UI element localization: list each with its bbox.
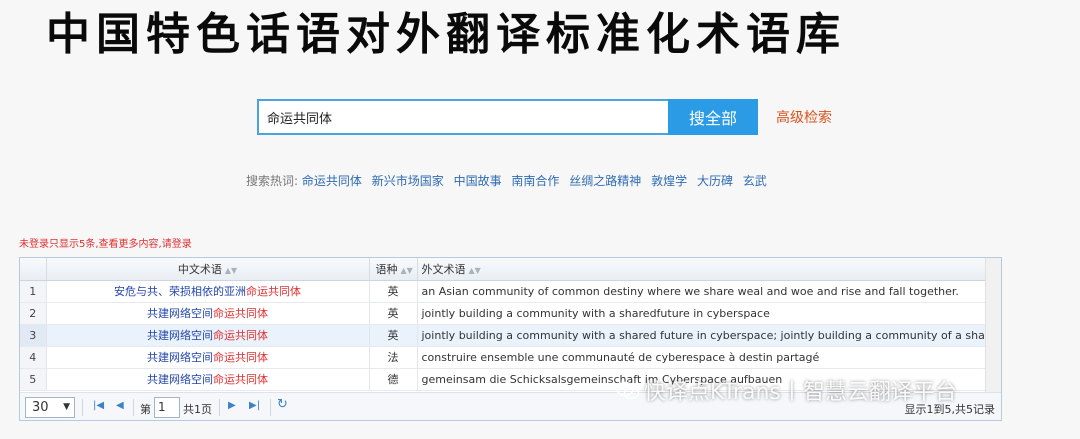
hot-keyword[interactable]: 命运共同体 bbox=[302, 174, 362, 188]
sort-icon: ▲▼ bbox=[400, 265, 413, 275]
hot-keywords-label: 搜索热词: bbox=[246, 174, 299, 188]
page-prefix: 第 bbox=[140, 403, 151, 416]
language-cell: 法 bbox=[369, 346, 418, 369]
chinese-term-cell[interactable]: 共建网络空间命运共同体 bbox=[46, 324, 370, 347]
chinese-term-cell[interactable]: 安危与共、荣损相依的亚洲命运共同体 bbox=[46, 280, 370, 303]
table-row[interactable]: 5 共建网络空间命运共同体 德 gemeinsam die Schicksals… bbox=[20, 368, 988, 391]
table-row[interactable]: 3 共建网络空间命运共同体 英 jointly building a commu… bbox=[20, 324, 988, 347]
hot-keyword[interactable]: 丝绸之路精神 bbox=[569, 174, 641, 188]
sort-icon: ▲▼ bbox=[468, 265, 481, 275]
table-row[interactable]: 4 共建网络空间命运共同体 法 construire ensemble une … bbox=[20, 346, 988, 369]
search-input[interactable] bbox=[257, 99, 668, 135]
pager-divider bbox=[133, 399, 134, 416]
pager-divider bbox=[82, 399, 83, 416]
pager-divider bbox=[270, 399, 271, 416]
language-cell: 英 bbox=[369, 280, 418, 303]
row-number: 1 bbox=[20, 280, 47, 303]
results-grid: 中文术语 ▲▼ 语种 ▲▼ 外文术语 ▲▼ 1 安危与共、荣损相依的亚洲命运共同体 英… bbox=[19, 257, 1002, 421]
login-notice: 未登录只显示5条,查看更多内容,请登录 bbox=[19, 239, 192, 250]
foreign-term-cell: construire ensemble une communauté de cy… bbox=[417, 346, 988, 369]
table-row[interactable]: 2 共建网络空间命运共同体 英 jointly building a commu… bbox=[20, 302, 988, 325]
page-total: 共1页 bbox=[183, 403, 212, 416]
page-number-input[interactable]: 1 bbox=[154, 397, 180, 418]
pagination-bar: 30 ▼ |◀ ◀ 第 1 共1页 ▶ ▶| ↻ 显示1到5,共5记录 bbox=[20, 392, 1001, 420]
hot-keyword[interactable]: 大历碑 bbox=[697, 174, 733, 188]
advanced-search-link[interactable]: 高级检索 bbox=[776, 107, 832, 127]
foreign-term-cell: gemeinsam die Schicksalsgemeinschaft im … bbox=[417, 368, 988, 391]
foreign-term-cell: an Asian community of common destiny whe… bbox=[417, 280, 988, 303]
next-page-icon[interactable]: ▶ bbox=[228, 400, 236, 411]
hot-keyword[interactable]: 敦煌学 bbox=[651, 174, 687, 188]
header-language[interactable]: 语种 ▲▼ bbox=[369, 258, 418, 281]
row-number: 2 bbox=[20, 302, 47, 325]
record-summary: 显示1到5,共5记录 bbox=[904, 403, 996, 416]
refresh-icon[interactable]: ↻ bbox=[277, 397, 288, 412]
hot-keyword[interactable]: 南南合作 bbox=[511, 174, 559, 188]
language-cell: 英 bbox=[369, 324, 418, 347]
foreign-term-cell: jointly building a community with a shar… bbox=[417, 302, 988, 325]
language-cell: 德 bbox=[369, 368, 418, 391]
header-chinese-term[interactable]: 中文术语 ▲▼ bbox=[46, 258, 370, 281]
chinese-term-cell[interactable]: 共建网络空间命运共同体 bbox=[46, 302, 370, 325]
row-number: 5 bbox=[20, 368, 47, 391]
hot-keywords: 搜索热词: 命运共同体 新兴市场国家 中国故事 南南合作 丝绸之路精神 敦煌学 … bbox=[246, 172, 773, 189]
page-title: 中国特色话语对外翻译标准化术语库 bbox=[46, 9, 846, 60]
sort-icon: ▲▼ bbox=[224, 265, 238, 275]
search-all-button[interactable]: 搜全部 bbox=[668, 99, 758, 135]
last-page-icon[interactable]: ▶| bbox=[249, 400, 260, 411]
header-foreign-term[interactable]: 外文术语 ▲▼ bbox=[417, 258, 988, 281]
vertical-scrollbar[interactable] bbox=[985, 258, 1001, 392]
hot-keyword[interactable]: 新兴市场国家 bbox=[372, 174, 444, 188]
foreign-term-cell: jointly building a community with a shar… bbox=[417, 324, 988, 347]
row-number: 4 bbox=[20, 346, 47, 369]
results-table: 中文术语 ▲▼ 语种 ▲▼ 外文术语 ▲▼ 1 安危与共、荣损相依的亚洲命运共同体 英… bbox=[20, 258, 988, 391]
chinese-term-cell[interactable]: 共建网络空间命运共同体 bbox=[46, 346, 370, 369]
hot-keyword[interactable]: 玄武 bbox=[743, 174, 767, 188]
header-rownum bbox=[20, 258, 47, 281]
hot-keyword[interactable]: 中国故事 bbox=[454, 174, 502, 188]
first-page-icon[interactable]: |◀ bbox=[93, 400, 104, 411]
row-number: 3 bbox=[20, 324, 47, 347]
chinese-term-cell[interactable]: 共建网络空间命运共同体 bbox=[46, 368, 370, 391]
chevron-down-icon: ▼ bbox=[63, 402, 70, 412]
page-size-select[interactable]: 30 ▼ bbox=[25, 397, 75, 418]
language-cell: 英 bbox=[369, 302, 418, 325]
table-row[interactable]: 1 安危与共、荣损相依的亚洲命运共同体 英 an Asian community… bbox=[20, 280, 988, 303]
pager-divider bbox=[219, 399, 220, 416]
prev-page-icon[interactable]: ◀ bbox=[116, 400, 124, 411]
